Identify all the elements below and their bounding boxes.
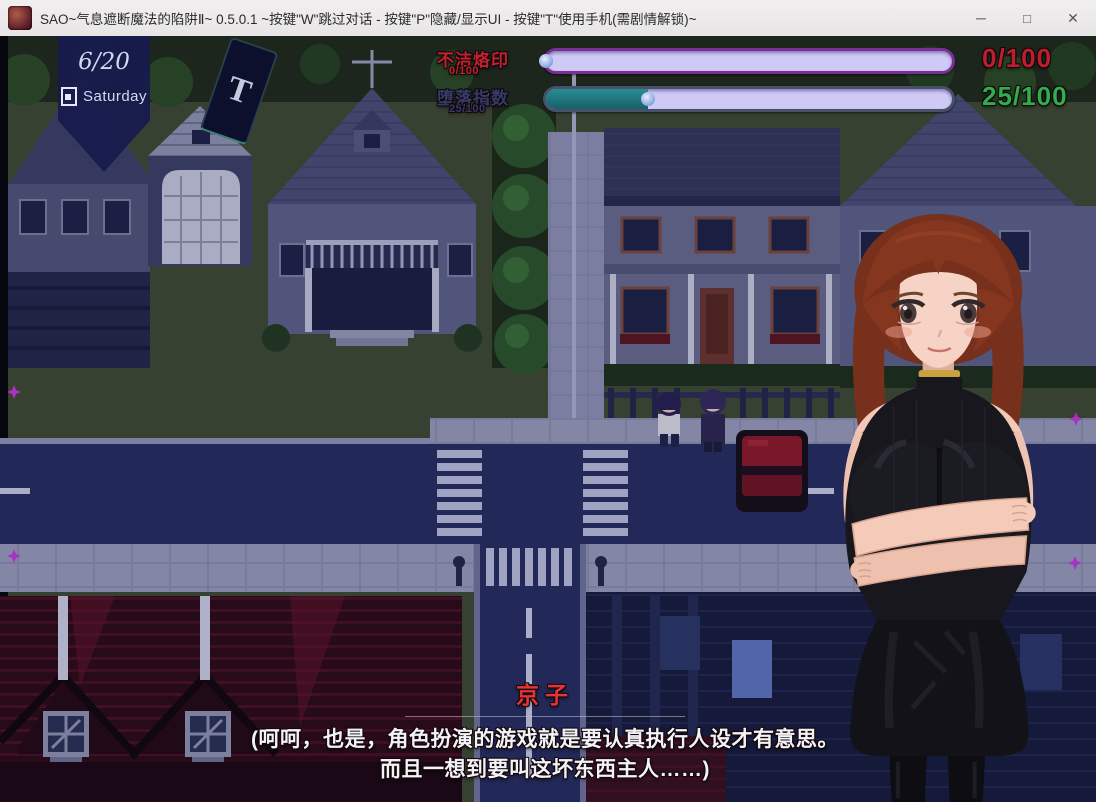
app-icon [8,6,32,30]
maximize-button[interactable]: □ [1004,0,1050,36]
billboard-letter: T [222,69,256,112]
npc-sprite-2 [700,389,726,452]
close-button[interactable]: ✕ [1050,0,1096,36]
dialog-line-1: (呵呵，也是，角色扮演的游戏就是要认真执行人设才有意思。 [120,725,970,755]
weekday-text: Saturday [83,88,147,105]
calendar-icon [61,87,77,106]
tree-column [492,102,556,374]
date-text: 6/20 [58,49,150,75]
game-viewport[interactable]: 6/20 Saturday T 不洁烙印 0/100 0/100 堕落指数 25… [0,36,1096,802]
game-window: SAO~气息遮断魔法的陷阱Ⅱ~ 0.5.0.1 ~按键"W"跳过对话 - 按键"… [0,0,1096,802]
title-bar: SAO~气息遮断魔法的陷阱Ⅱ~ 0.5.0.1 ~按键"W"跳过对话 - 按键"… [0,0,1096,37]
minimize-button[interactable]: ─ [958,0,1004,36]
dialog-line-2: 而且一想到要叫这坏东西主人……) [120,755,970,785]
window-title: SAO~气息遮断魔法的陷阱Ⅱ~ 0.5.0.1 ~按键"W"跳过对话 - 按键"… [40,8,958,28]
tree-row-top [0,36,1096,108]
speaker-divider [405,716,685,717]
dialog-box: 京子 (呵呵，也是，角色扮演的游戏就是要认真执行人设才有意思。 而且一想到要叫这… [120,676,970,785]
dialog-speaker-name: 京子 [120,676,970,710]
dormer-window [43,711,89,763]
